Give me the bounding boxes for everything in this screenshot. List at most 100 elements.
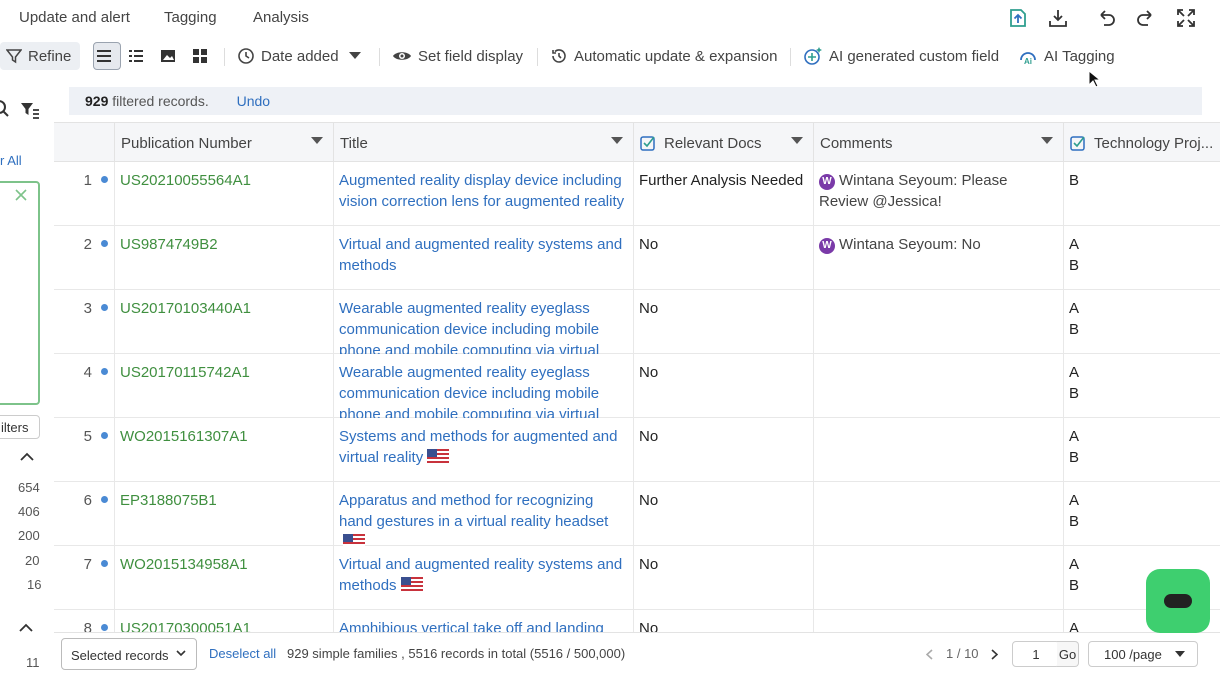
header-publication-number[interactable]: Publication Number bbox=[114, 123, 333, 163]
caret-down-icon[interactable] bbox=[791, 137, 803, 144]
ai-custom-field-button[interactable]: AI generated custom field bbox=[803, 40, 999, 72]
caret-down-icon[interactable] bbox=[311, 137, 323, 144]
refine-button[interactable]: Refine bbox=[0, 42, 80, 70]
automatic-update-label: Automatic update & expansion bbox=[574, 47, 778, 65]
technology-cell[interactable]: AB bbox=[1063, 354, 1220, 418]
go-button[interactable]: Go bbox=[1057, 641, 1079, 667]
filter-list-icon[interactable] bbox=[20, 101, 40, 119]
comments-cell[interactable]: W Wintana Seyoum: Please Review @Jessica! bbox=[813, 162, 1063, 226]
publication-number-link[interactable]: US20170115742A1 bbox=[114, 354, 333, 418]
header-comments[interactable]: Comments bbox=[813, 123, 1063, 163]
filter-count: 654 bbox=[18, 480, 40, 495]
chevron-right-icon[interactable] bbox=[991, 649, 998, 660]
title-link[interactable]: Wearable augmented reality eyeglass comm… bbox=[339, 300, 599, 354]
chat-support-button[interactable] bbox=[1146, 569, 1210, 633]
title-cell: Amphibious vertical take off and landing bbox=[333, 610, 633, 632]
redo-icon[interactable] bbox=[1135, 7, 1157, 29]
header-label: Title bbox=[340, 134, 368, 152]
relevant-docs-cell[interactable]: No bbox=[633, 610, 813, 632]
date-added-dropdown[interactable]: Date added bbox=[237, 40, 367, 72]
table-row[interactable]: 1 US20210055564A1 Augmented reality displa… bbox=[54, 162, 1220, 226]
comments-cell[interactable]: W Wintana Seyoum: No bbox=[813, 226, 1063, 290]
caret-down-icon[interactable] bbox=[1041, 137, 1053, 144]
publication-number-link[interactable]: US20170103440A1 bbox=[114, 290, 333, 354]
publication-number-link[interactable]: US20210055564A1 bbox=[114, 162, 333, 226]
title-link[interactable]: Systems and methods for augmented and vi… bbox=[339, 428, 618, 466]
selected-records-dropdown[interactable]: Selected records bbox=[61, 638, 197, 670]
svg-text:Ai: Ai bbox=[1024, 57, 1032, 66]
relevant-docs-cell[interactable]: No bbox=[633, 482, 813, 546]
title-link[interactable]: Virtual and augmented reality systems an… bbox=[339, 236, 622, 274]
comments-cell[interactable] bbox=[813, 482, 1063, 546]
title-link[interactable]: Amphibious vertical take off and landing bbox=[339, 620, 604, 632]
relevant-docs-cell[interactable]: No bbox=[633, 354, 813, 418]
title-link[interactable]: Augmented reality display device includi… bbox=[339, 172, 624, 210]
tab-update-and-alert[interactable]: Update and alert bbox=[19, 9, 130, 26]
table-row[interactable]: 3 US20170103440A1 Wearable augmented reali… bbox=[54, 290, 1220, 354]
table-row[interactable]: 5 WO2015161307A1 Systems and methods for a… bbox=[54, 418, 1220, 482]
table-row[interactable]: 6 EP3188075B1 Apparatus and method for rec… bbox=[54, 482, 1220, 546]
table-row[interactable]: 4 US20170115742A1 Wearable augmented reali… bbox=[54, 354, 1220, 418]
publication-number-link[interactable]: WO2015161307A1 bbox=[114, 418, 333, 482]
header-relevant-docs[interactable]: Relevant Docs bbox=[633, 123, 813, 163]
title-link[interactable]: Virtual and augmented reality systems an… bbox=[339, 556, 622, 594]
clear-all-link[interactable]: r All bbox=[0, 153, 22, 168]
detail-list-view-button[interactable] bbox=[125, 42, 153, 70]
technology-cell[interactable]: B bbox=[1063, 162, 1220, 226]
relevant-docs-cell[interactable]: No bbox=[633, 226, 813, 290]
chevron-up-icon[interactable] bbox=[19, 623, 33, 633]
per-page-select[interactable]: 100 /page bbox=[1088, 641, 1198, 667]
header-technology-proj[interactable]: Technology Proj... bbox=[1063, 123, 1220, 163]
relevant-docs-cell[interactable]: Further Analysis Needed bbox=[633, 162, 813, 226]
table-row[interactable]: 2 US9874749B2 Virtual and augmented realit… bbox=[54, 226, 1220, 290]
relevant-docs-cell[interactable]: No bbox=[633, 418, 813, 482]
automatic-update-button[interactable]: Automatic update & expansion bbox=[550, 40, 777, 72]
chevron-up-icon[interactable] bbox=[20, 452, 34, 462]
clock-sort-icon bbox=[238, 48, 254, 64]
filter-input-box[interactable] bbox=[0, 181, 40, 405]
chevron-left-icon[interactable] bbox=[926, 649, 933, 660]
share-upload-icon[interactable] bbox=[1007, 7, 1029, 29]
image-view-button[interactable] bbox=[157, 42, 185, 70]
relevant-docs-cell[interactable]: No bbox=[633, 546, 813, 610]
relevant-docs-cell[interactable]: No bbox=[633, 290, 813, 354]
publication-number-link[interactable]: US20170300051A1 bbox=[114, 610, 333, 632]
page-number-input[interactable]: 1 bbox=[1012, 641, 1060, 667]
table-row[interactable]: 7 WO2015134958A1 Virtual and augmented rea… bbox=[54, 546, 1220, 610]
download-icon[interactable] bbox=[1047, 7, 1069, 29]
comments-cell[interactable] bbox=[813, 354, 1063, 418]
technology-cell[interactable]: AB bbox=[1063, 226, 1220, 290]
title-link[interactable]: Apparatus and method for recognizing han… bbox=[339, 492, 608, 530]
search-icon[interactable] bbox=[0, 100, 10, 118]
set-field-display-button[interactable]: Set field display bbox=[392, 40, 523, 72]
undo-link[interactable]: Undo bbox=[237, 93, 270, 109]
publication-number-link[interactable]: WO2015134958A1 bbox=[114, 546, 333, 610]
comments-cell[interactable] bbox=[813, 418, 1063, 482]
grid-view-button[interactable] bbox=[189, 42, 217, 70]
publication-number-link[interactable]: US9874749B2 bbox=[114, 226, 333, 290]
list-view-button[interactable] bbox=[93, 42, 121, 70]
deselect-all-link[interactable]: Deselect all bbox=[209, 646, 276, 661]
header-label: Publication Number bbox=[121, 134, 252, 152]
technology-cell[interactable]: AB bbox=[1063, 290, 1220, 354]
tab-analysis[interactable]: Analysis bbox=[253, 9, 309, 26]
ai-tagging-button[interactable]: Ai AI Tagging bbox=[1018, 40, 1115, 72]
title-link[interactable]: Wearable augmented reality eyeglass comm… bbox=[339, 364, 599, 418]
title-cell: Virtual and augmented reality systems an… bbox=[333, 226, 633, 290]
technology-cell[interactable]: AB bbox=[1063, 482, 1220, 546]
table-row[interactable]: 8 US20170300051A1 Amphibious vertical take… bbox=[54, 610, 1220, 632]
comments-cell[interactable] bbox=[813, 290, 1063, 354]
comments-cell[interactable] bbox=[813, 546, 1063, 610]
tag-value: B bbox=[1069, 172, 1080, 189]
comments-cell[interactable] bbox=[813, 610, 1063, 632]
fullscreen-icon[interactable] bbox=[1175, 7, 1197, 29]
ai-tag-icon: Ai bbox=[1020, 52, 1036, 66]
publication-number-link[interactable]: EP3188075B1 bbox=[114, 482, 333, 546]
header-title[interactable]: Title bbox=[333, 123, 633, 163]
tab-tagging[interactable]: Tagging bbox=[164, 9, 217, 26]
close-icon[interactable] bbox=[15, 189, 27, 201]
filters-button[interactable]: ilters bbox=[0, 415, 40, 439]
undo-icon[interactable] bbox=[1095, 7, 1117, 29]
caret-down-icon[interactable] bbox=[611, 137, 623, 144]
technology-cell[interactable]: AB bbox=[1063, 418, 1220, 482]
